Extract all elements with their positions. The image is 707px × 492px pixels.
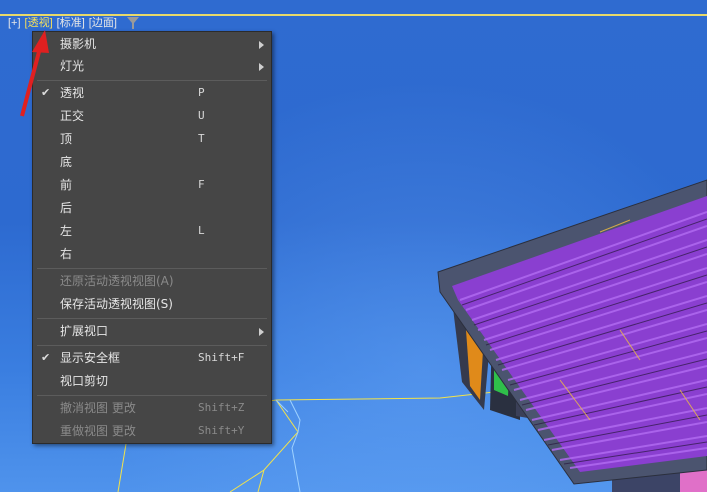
menu-item-perspective[interactable]: ✔ 透视 P — [34, 82, 270, 104]
menu-item-viewport-clipping[interactable]: 视口剪切 — [34, 370, 270, 392]
chevron-right-icon — [259, 328, 264, 336]
menu-item-label: 底 — [60, 155, 73, 169]
viewport-shading-menu[interactable]: [标准] — [57, 17, 85, 30]
menu-item-shortcut: Shift+F — [198, 351, 245, 364]
menu-item-label: 透视 — [60, 86, 85, 100]
viewport-plus-menu[interactable]: [+] — [8, 17, 21, 30]
menu-item-label: 保存活动透视视图(S) — [60, 297, 173, 311]
ground-wireframe-blue — [275, 399, 301, 492]
roof — [437, 179, 707, 485]
menu-item-camera[interactable]: 摄影机 — [34, 33, 270, 55]
viewport-view-label: 透视 — [27, 16, 50, 29]
menu-item-label: 摄影机 — [60, 37, 97, 51]
chevron-right-icon — [259, 41, 264, 49]
menu-item-label: 右 — [60, 247, 73, 261]
check-icon: ✔ — [41, 86, 51, 99]
menu-item-shortcut: Shift+Y — [198, 424, 245, 437]
viewport-edges-menu[interactable]: [边面] — [89, 17, 117, 30]
menu-item-label: 后 — [60, 201, 73, 215]
menu-item-label: 正交 — [60, 109, 85, 123]
menu-item-label: 前 — [60, 178, 73, 192]
menu-separator — [37, 80, 267, 81]
menu-item-lights[interactable]: 灯光 — [34, 55, 270, 77]
menu-item-save-perspective[interactable]: 保存活动透视视图(S) — [34, 293, 270, 315]
menu-item-shortcut: T — [198, 132, 205, 145]
viewport-label-bar: [+] [透视] [标准] [边面] — [8, 16, 139, 30]
menu-separator — [37, 268, 267, 269]
menu-item-left[interactable]: 左 L — [34, 220, 270, 242]
menu-item-label: 顶 — [60, 132, 73, 146]
menu-item-label: 左 — [60, 224, 73, 238]
menu-item-shortcut: F — [198, 178, 205, 191]
menu-item-back[interactable]: 后 — [34, 197, 270, 219]
menu-item-label: 显示安全框 — [60, 351, 121, 365]
menu-item-label: 撤消视图 更改 — [60, 401, 136, 415]
menu-item-bottom[interactable]: 底 — [34, 151, 270, 173]
menu-item-redo-view-change: 重做视图 更改 Shift+Y — [34, 420, 270, 442]
menu-item-right[interactable]: 右 — [34, 243, 270, 265]
menu-item-label: 灯光 — [60, 59, 85, 73]
menu-separator — [37, 395, 267, 396]
menu-item-show-safe-frame[interactable]: ✔ 显示安全框 Shift+F — [34, 347, 270, 369]
menu-item-front[interactable]: 前 F — [34, 174, 270, 196]
menu-item-extended-viewports[interactable]: 扩展视口 — [34, 320, 270, 342]
menu-item-label: 扩展视口 — [60, 324, 109, 338]
menu-item-shortcut: L — [198, 224, 205, 237]
menu-item-label: 还原活动透视视图(A) — [60, 274, 174, 288]
chevron-right-icon — [259, 63, 264, 71]
menu-item-shortcut: U — [198, 109, 205, 122]
menu-separator — [37, 345, 267, 346]
menu-item-orthographic[interactable]: 正交 U — [34, 105, 270, 127]
3d-viewport[interactable]: [+] [透视] [标准] [边面] 摄影机 灯光 ✔ 透视 P 正交 U 顶 … — [0, 0, 707, 492]
viewport-view-context-menu: 摄影机 灯光 ✔ 透视 P 正交 U 顶 T 底 前 F 后 左 L 右 还原活… — [32, 31, 272, 444]
menu-item-label: 视口剪切 — [60, 374, 109, 388]
check-icon: ✔ — [41, 351, 51, 364]
filter-icon[interactable] — [126, 17, 139, 29]
menu-separator — [37, 318, 267, 319]
menu-item-shortcut: P — [198, 86, 205, 99]
menu-item-restore-perspective: 还原活动透视视图(A) — [34, 270, 270, 292]
menu-item-shortcut: Shift+Z — [198, 401, 245, 414]
menu-item-undo-view-change: 撤消视图 更改 Shift+Z — [34, 397, 270, 419]
menu-item-top[interactable]: 顶 T — [34, 128, 270, 150]
menu-item-label: 重做视图 更改 — [60, 424, 136, 438]
viewport-view-menu[interactable]: [透视] — [25, 17, 53, 30]
